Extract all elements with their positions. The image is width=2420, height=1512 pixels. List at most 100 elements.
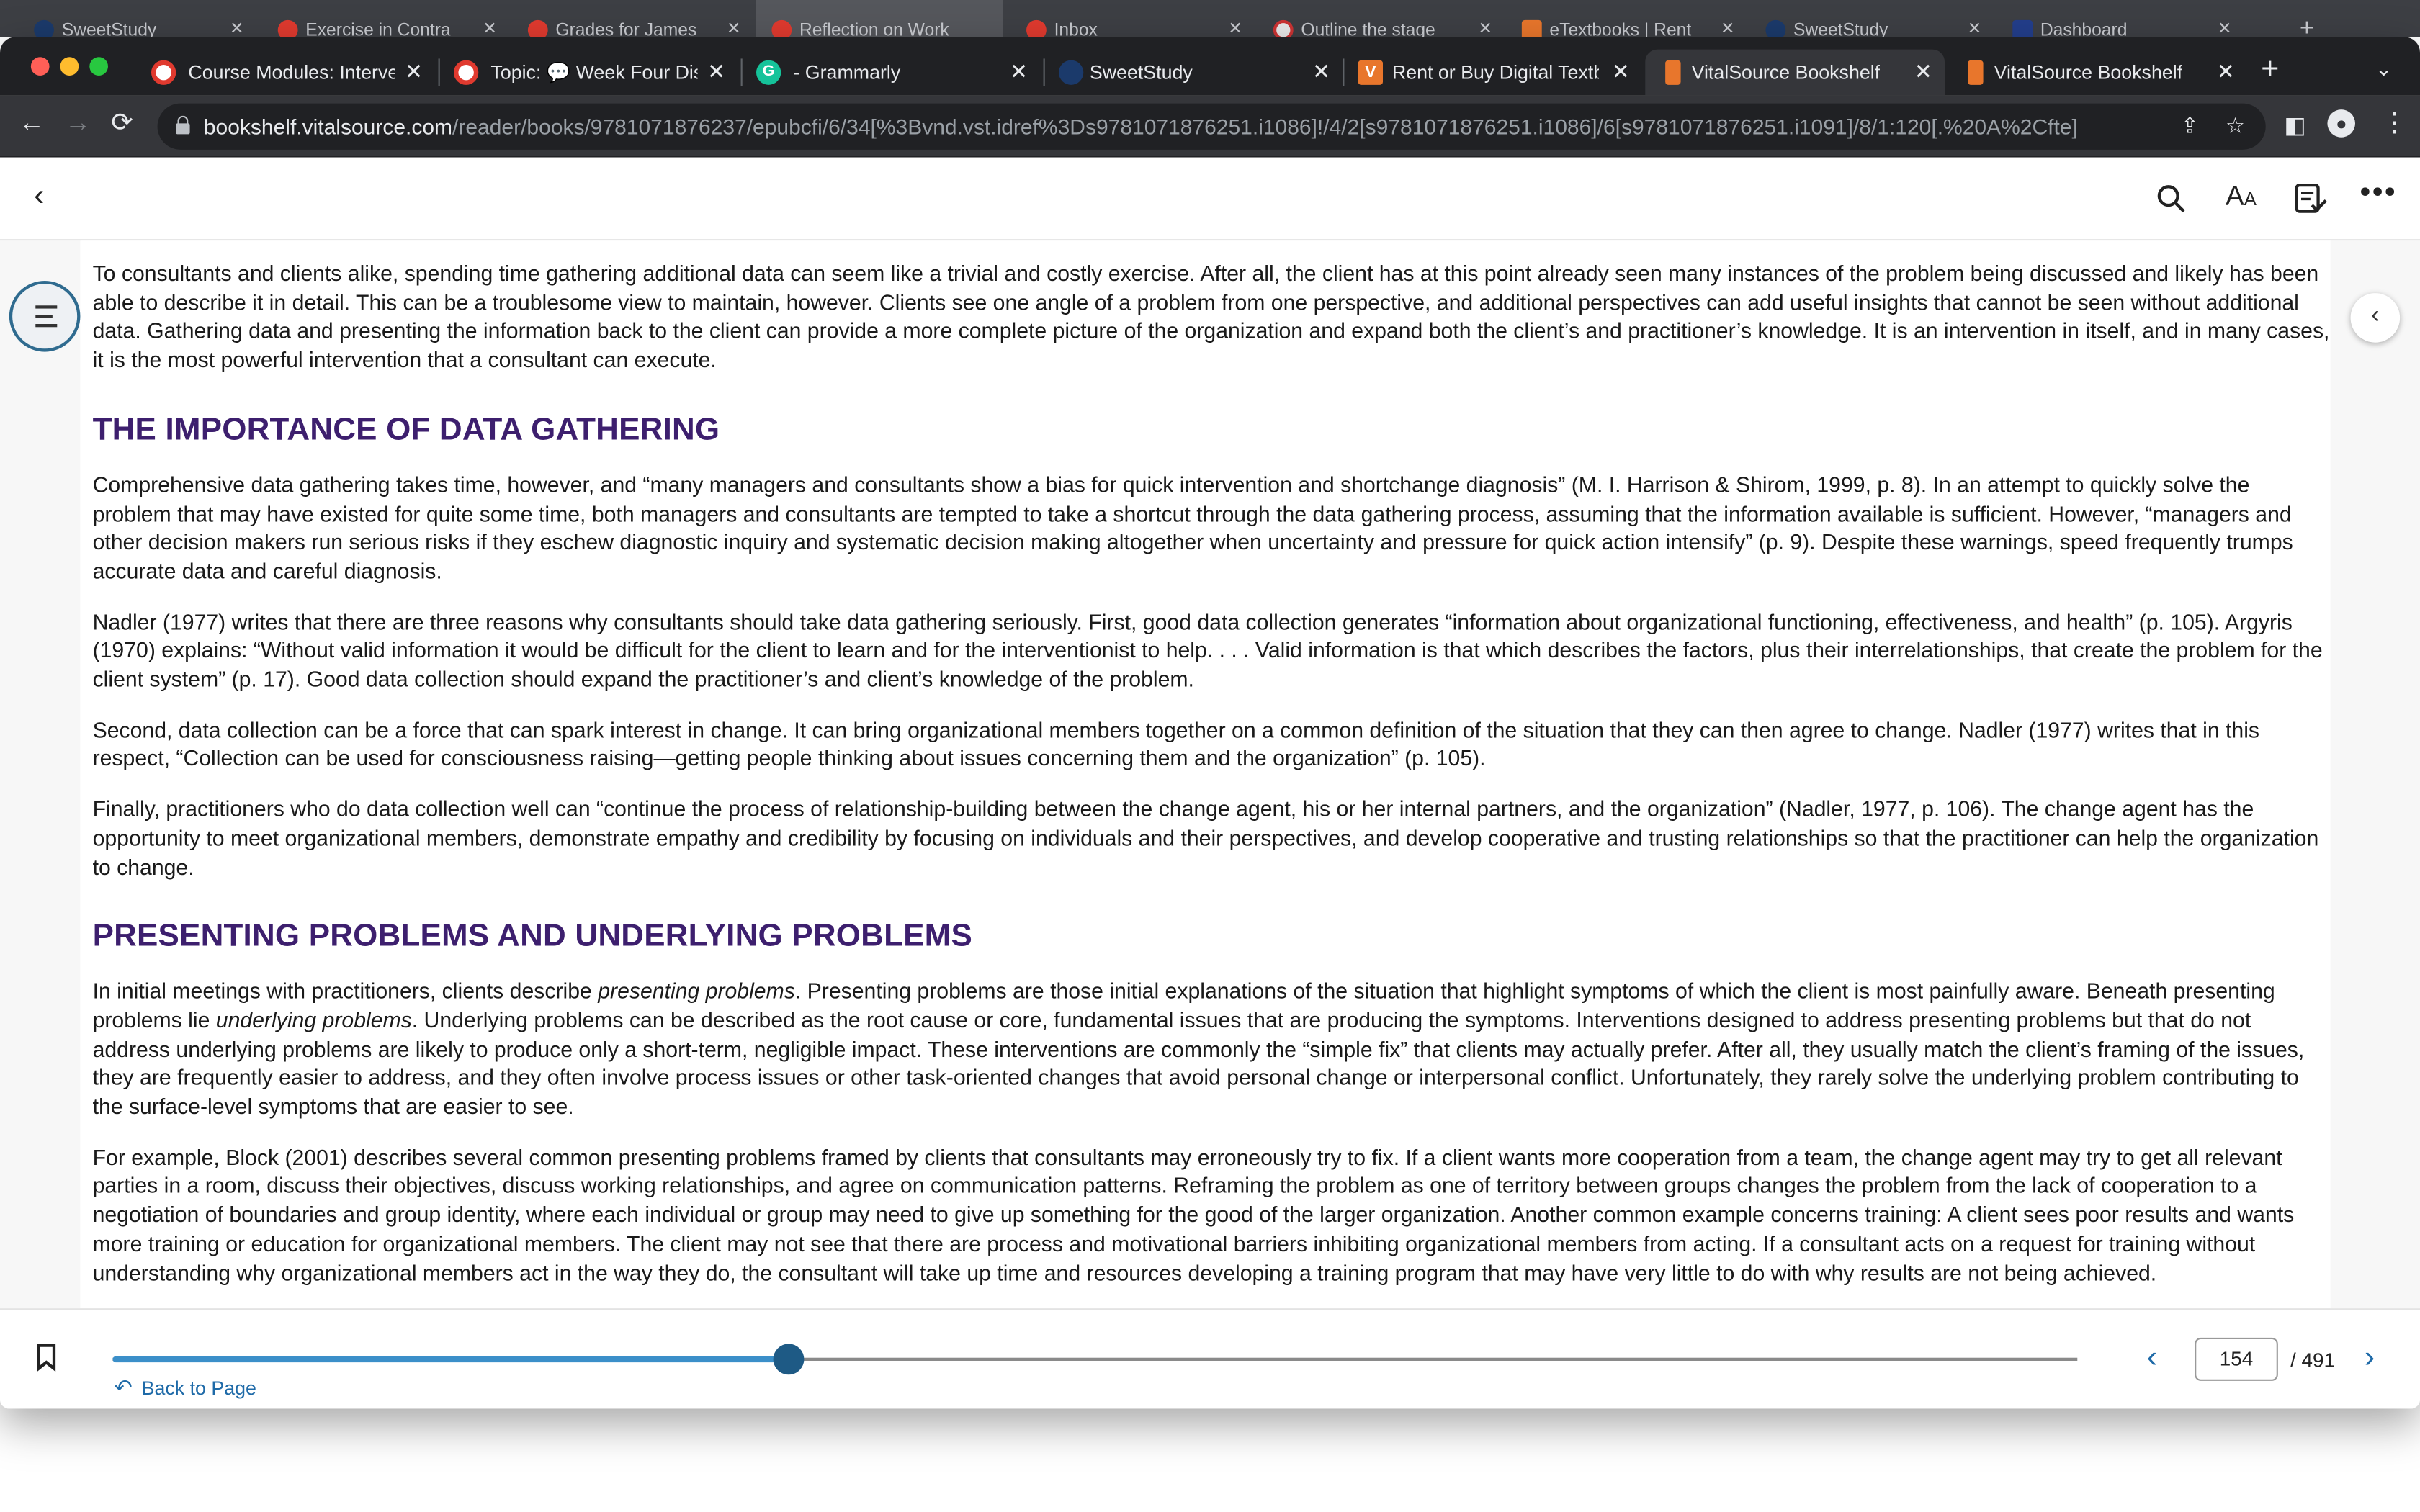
side-panel-icon[interactable]: ◧: [2284, 111, 2305, 138]
tab-topic-week-four[interactable]: Topic: 💬 Week Four Disc ✕: [439, 50, 738, 96]
maximize-window-button[interactable]: [89, 57, 108, 76]
new-tab-icon[interactable]: +: [2257, 0, 2318, 37]
close-icon[interactable]: ✕: [707, 58, 725, 84]
share-icon[interactable]: ⇪: [2181, 112, 2199, 138]
close-icon[interactable]: ✕: [727, 19, 741, 37]
back-chevron-icon[interactable]: ‹: [34, 179, 44, 215]
close-icon[interactable]: ✕: [1312, 58, 1330, 84]
canvas-icon: [151, 60, 176, 85]
background-tab[interactable]: Inbox ✕: [1011, 0, 1249, 37]
background-tab-label: Outline the stage: [1301, 22, 1435, 37]
reader-footer: ↶ Back to Page ‹ 154 / 491 ›: [0, 1308, 2420, 1409]
bookshelf-icon: [1968, 60, 1984, 85]
tab-rent-or-buy[interactable]: V Rent or Buy Digital Textbo ✕: [1343, 50, 1642, 96]
tab-grammarly[interactable]: G - Grammarly ✕: [741, 50, 1041, 96]
close-icon[interactable]: ✕: [2218, 19, 2232, 37]
lock-icon[interactable]: [176, 115, 190, 135]
bookmark-star-icon[interactable]: ☆: [2226, 112, 2245, 138]
close-icon[interactable]: ✕: [483, 19, 497, 37]
tab-label: - Grammarly: [793, 61, 901, 84]
notebook-icon[interactable]: [2293, 182, 2327, 216]
progress-fill: [112, 1356, 789, 1363]
tab-course-modules[interactable]: Course Modules: Interven ✕: [136, 50, 436, 96]
close-icon[interactable]: ✕: [1968, 19, 1982, 37]
text-size-icon[interactable]: AA: [2226, 181, 2257, 213]
paragraph: In initial meetings with practitioners, …: [93, 977, 2331, 1121]
minimize-window-button[interactable]: [60, 57, 79, 76]
background-tab[interactable]: SweetStudy ✕: [1750, 0, 1988, 37]
search-icon[interactable]: [2156, 184, 2187, 215]
close-icon[interactable]: ✕: [1478, 19, 1492, 37]
table-of-contents-button[interactable]: [9, 281, 81, 352]
back-to-page-label: Back to Page: [141, 1377, 256, 1400]
more-menu-icon[interactable]: ⋮: [2381, 108, 2407, 139]
tab-label: VitalSource Bookshelf: On: [1691, 61, 1880, 84]
background-tab-label: eTextbooks | Rent: [1549, 22, 1692, 37]
new-tab-icon[interactable]: +: [2261, 53, 2279, 88]
dashboard-icon: [2012, 19, 2033, 37]
background-tab-label: SweetStudy: [1793, 22, 1888, 37]
reader-content-area: To consultants and clients alike, spendi…: [0, 240, 2420, 1309]
close-icon[interactable]: ✕: [1228, 19, 1242, 37]
expand-panel-chevron-icon[interactable]: ‹: [2350, 293, 2401, 343]
paragraph: For example, Block (2001) describes seve…: [92, 1144, 2295, 1285]
back-to-page-link[interactable]: ↶ Back to Page: [115, 1374, 256, 1400]
next-page-chevron-icon[interactable]: ›: [2365, 1341, 2375, 1376]
canvas-icon: [771, 19, 792, 37]
book-page: To consultants and clients alike, spendi…: [80, 240, 2331, 1309]
tab-label: VitalSource Bookshelf: Lib: [1994, 61, 2182, 84]
tab-search-chevron-icon[interactable]: ⌄: [2375, 57, 2392, 81]
background-tab[interactable]: Dashboard ✕: [1997, 0, 2238, 37]
tab-vitalsource-bookshelf-active[interactable]: VitalSource Bookshelf: On ✕: [1645, 49, 1945, 96]
tab-bar: Course Modules: Interven ✕ Topic: 💬 Week…: [0, 37, 2420, 96]
close-icon[interactable]: ✕: [1721, 19, 1735, 37]
vitalsource-icon: V: [1358, 60, 1383, 85]
background-tab[interactable]: SweetStudy ✕: [19, 0, 250, 37]
reload-icon[interactable]: ⟳: [111, 108, 133, 139]
canvas-icon: [1026, 19, 1047, 37]
background-tab-label: Reflection on Work: [799, 22, 949, 37]
background-tab-label: Dashboard: [2040, 22, 2128, 37]
previous-page-chevron-icon[interactable]: ‹: [2147, 1341, 2157, 1376]
tab-vitalsource-library[interactable]: VitalSource Bookshelf: Lib ✕: [1948, 50, 2247, 96]
emphasis-term: presenting problems: [598, 978, 795, 1004]
close-icon[interactable]: ✕: [405, 58, 423, 84]
close-icon[interactable]: ✕: [1914, 58, 1932, 84]
address-bar[interactable]: bookshelf.vitalsource.com/reader/books/9…: [157, 103, 2266, 150]
background-tab[interactable]: Outline the stage ✕: [1258, 0, 1498, 37]
tab-label: SweetStudy: [1089, 61, 1193, 84]
menu-icon: [35, 305, 58, 309]
menu-icon-line: [35, 324, 58, 328]
url-host: bookshelf.vitalsource.com: [203, 114, 453, 139]
slider-handle[interactable]: [773, 1344, 805, 1375]
reader-header: ‹ AA •••: [0, 157, 2420, 241]
vitalsource-icon: [1521, 19, 1542, 37]
google-icon: [1273, 19, 1294, 37]
forward-arrow-icon[interactable]: →: [65, 108, 91, 139]
profile-avatar-icon[interactable]: ●: [2327, 109, 2355, 138]
page-number-input[interactable]: 154: [2195, 1337, 2278, 1381]
background-tab[interactable]: Reflection on Work: [756, 0, 1003, 37]
text-run: . Underlying problems can be described a…: [92, 1007, 2305, 1119]
tab-label: Course Modules: Interven: [188, 61, 395, 84]
background-tab[interactable]: Exercise in Contra ✕: [262, 0, 503, 37]
close-icon[interactable]: ✕: [1612, 58, 1630, 84]
sweetstudy-icon: [34, 19, 54, 37]
close-icon[interactable]: ✕: [230, 19, 244, 37]
canvas-icon: [277, 19, 298, 37]
text-run: In initial meetings with practitioners, …: [92, 978, 599, 1004]
background-tab[interactable]: eTextbooks | Rent ✕: [1506, 0, 1741, 37]
menu-icon-line: [35, 315, 53, 318]
tab-sweetstudy[interactable]: SweetStudy ✕: [1044, 50, 1343, 96]
bookmark-icon[interactable]: [35, 1344, 57, 1372]
section-heading: THE IMPORTANCE OF DATA GATHERING: [92, 411, 720, 448]
back-arrow-icon[interactable]: ←: [19, 108, 45, 139]
more-options-icon[interactable]: •••: [2360, 176, 2396, 211]
browser-window: Course Modules: Interven ✕ Topic: 💬 Week…: [0, 37, 2420, 1409]
page-progress-slider[interactable]: [112, 1344, 2078, 1375]
close-window-button[interactable]: [30, 57, 50, 76]
background-tab[interactable]: Grades for James ✕: [512, 0, 747, 37]
close-icon[interactable]: ✕: [1010, 58, 1028, 84]
sweetstudy-icon: [1059, 60, 1084, 85]
close-icon[interactable]: ✕: [2217, 58, 2235, 84]
